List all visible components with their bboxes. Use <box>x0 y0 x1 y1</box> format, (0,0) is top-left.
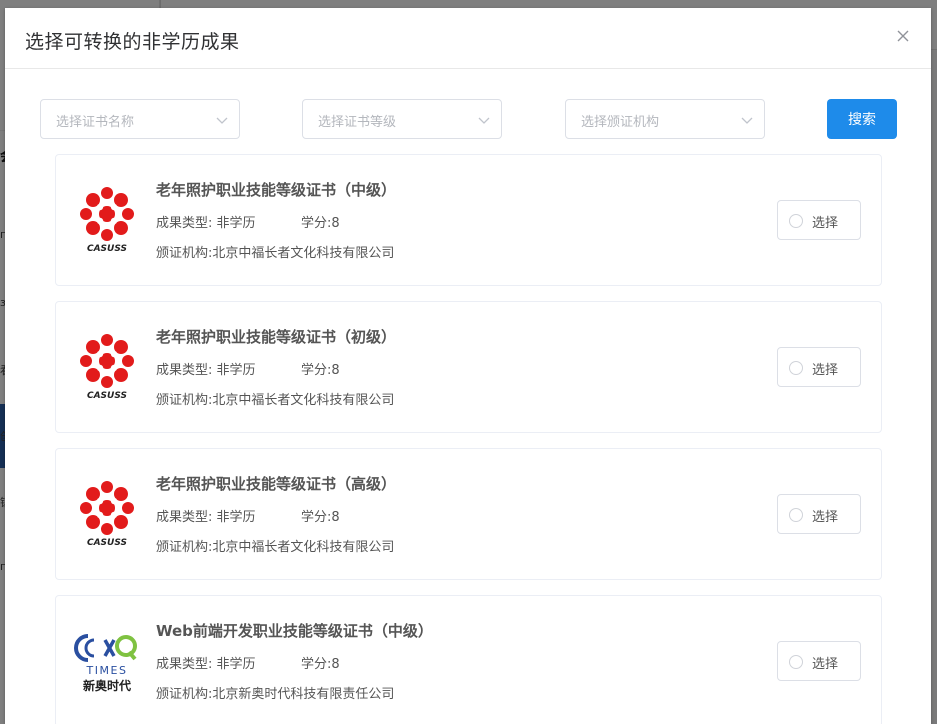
logo-chinese-wordmark: 新奥时代 <box>83 678 131 693</box>
close-icon <box>897 30 909 42</box>
certificate-level-select[interactable]: 选择证书等级 <box>302 99 502 139</box>
select-placeholder: 选择证书名称 <box>56 115 135 130</box>
result-card: CASUSS 老年照护职业技能等级证书（初级） 成果类型: 非学历 学分:8 颁… <box>55 301 882 433</box>
achievement-type: 成果类型: 非学历 <box>156 510 256 525</box>
dialog-title: 选择可转换的非学历成果 <box>25 31 240 53</box>
credit-value: 学分:8 <box>301 510 340 525</box>
certificate-name-select[interactable]: 选择证书名称 <box>40 99 240 139</box>
credit-value: 学分:8 <box>301 216 340 231</box>
credit-value: 学分:8 <box>301 363 340 378</box>
logo-wordmark: TIMES <box>86 664 128 677</box>
select-radio-button[interactable]: 选择 <box>777 494 861 534</box>
chevron-down-icon <box>216 117 228 124</box>
issuer-name: 颁证机构:北京中福长者文化科技有限公司 <box>156 393 395 408</box>
issuer-select[interactable]: 选择颁证机构 <box>565 99 765 139</box>
result-card: TIMES 新奥时代 Web前端开发职业技能等级证书（中级） 成果类型: 非学历… <box>55 595 882 724</box>
select-placeholder: 选择证书等级 <box>318 115 397 130</box>
select-radio-button[interactable]: 选择 <box>777 641 861 681</box>
xinao-times-logo-icon: TIMES 新奥时代 <box>74 634 137 693</box>
radio-circle-icon <box>789 214 803 228</box>
chevron-down-icon <box>478 117 490 124</box>
radio-circle-icon <box>789 361 803 375</box>
achievement-type: 成果类型: 非学历 <box>156 657 256 672</box>
select-placeholder: 选择颁证机构 <box>581 115 660 130</box>
casuss-logo-icon: CASUSS <box>80 334 134 400</box>
close-button[interactable] <box>893 26 913 46</box>
casuss-logo-icon: CASUSS <box>80 187 134 253</box>
certificate-title: Web前端开发职业技能等级证书（中级） <box>156 622 433 640</box>
logo-wordmark: CASUSS <box>87 391 127 400</box>
casuss-logo-icon: CASUSS <box>80 481 134 547</box>
radio-circle-icon <box>789 655 803 669</box>
issuer-name: 颁证机构:北京中福长者文化科技有限公司 <box>156 540 395 555</box>
select-radio-button[interactable]: 选择 <box>777 200 861 240</box>
achievement-type: 成果类型: 非学历 <box>156 216 256 231</box>
result-card: CASUSS 老年照护职业技能等级证书（高级） 成果类型: 非学历 学分:8 颁… <box>55 448 882 580</box>
select-label: 选择 <box>812 657 839 672</box>
select-label: 选择 <box>812 363 839 378</box>
select-radio-button[interactable]: 选择 <box>777 347 861 387</box>
dialog-header: 选择可转换的非学历成果 <box>5 8 931 69</box>
issuer-name: 颁证机构:北京新奥时代科技有限责任公司 <box>156 687 395 702</box>
radio-circle-icon <box>789 508 803 522</box>
logo-wordmark: CASUSS <box>87 244 127 253</box>
issuer-name: 颁证机构:北京中福长者文化科技有限公司 <box>156 246 395 261</box>
credit-value: 学分:8 <box>301 657 340 672</box>
logo-wordmark: CASUSS <box>87 538 127 547</box>
select-label: 选择 <box>812 216 839 231</box>
chevron-down-icon <box>741 117 753 124</box>
certificate-title: 老年照护职业技能等级证书（中级） <box>156 181 397 199</box>
certificate-title: 老年照护职业技能等级证书（初级） <box>156 328 397 346</box>
select-achievement-dialog: 选择可转换的非学历成果 选择证书名称 选择证书等级 选择颁证机构 搜索 CASU… <box>5 8 931 724</box>
achievement-type: 成果类型: 非学历 <box>156 363 256 378</box>
certificate-title: 老年照护职业技能等级证书（高级） <box>156 475 397 493</box>
select-label: 选择 <box>812 510 839 525</box>
search-button[interactable]: 搜索 <box>827 99 897 139</box>
result-card: CASUSS 老年照护职业技能等级证书（中级） 成果类型: 非学历 学分:8 颁… <box>55 154 882 286</box>
